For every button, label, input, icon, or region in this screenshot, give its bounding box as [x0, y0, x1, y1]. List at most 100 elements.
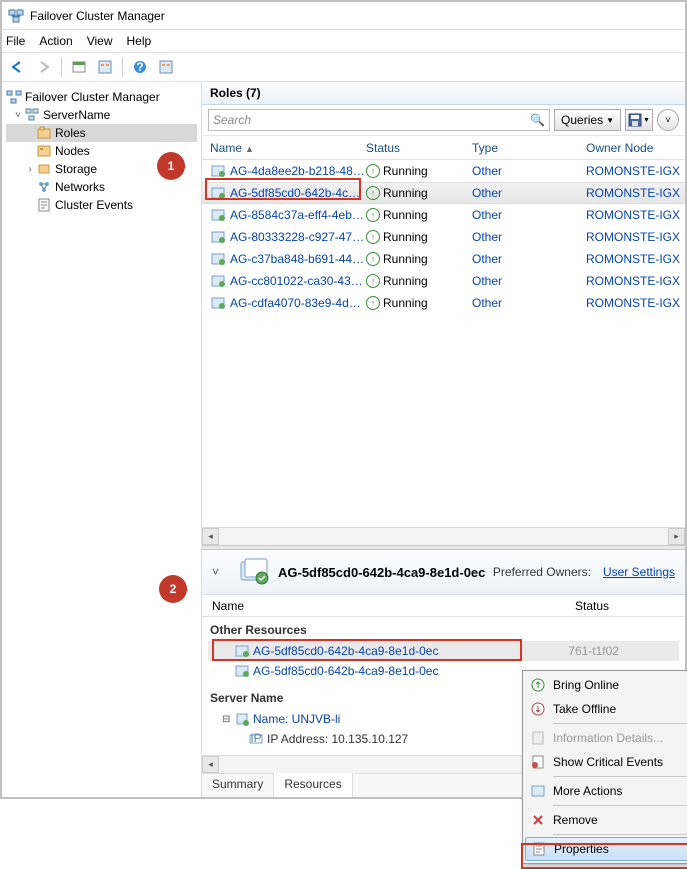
context-menu: Bring Online Take Offline Information De…	[522, 670, 687, 864]
role-name: AG-8584c37a-eff4-4ebd-...	[230, 208, 366, 222]
events-icon	[529, 753, 547, 771]
offline-icon	[529, 700, 547, 718]
menu-critical-events[interactable]: Show Critical Events	[525, 750, 687, 774]
tab-resources[interactable]: Resources	[274, 773, 352, 797]
title-bar: Failover Cluster Manager	[2, 2, 685, 30]
events-icon	[36, 197, 52, 213]
running-icon: ↑	[366, 274, 380, 288]
toolbar-btn-1[interactable]	[67, 55, 91, 79]
running-icon: ↑	[366, 252, 380, 266]
role-name: AG-c37ba848-b691-44b...	[230, 252, 366, 266]
tab-summary[interactable]: Summary	[202, 774, 274, 797]
expand-icon[interactable]: ›	[24, 164, 36, 175]
tree-item-roles[interactable]: Roles	[6, 124, 197, 142]
role-owner: ROMONSTE-IGX	[586, 164, 685, 178]
detail-title: AG-5df85cd0-642b-4ca9-8e1d-0ec7...	[278, 565, 485, 580]
table-row[interactable]: AG-cc801022-ca30-439...↑RunningOtherROMO…	[202, 270, 685, 292]
online-icon	[529, 676, 547, 694]
nodes-icon	[36, 143, 52, 159]
role-owner: ROMONSTE-IGX	[586, 208, 685, 222]
queries-button[interactable]: Queries▼	[554, 109, 621, 131]
role-name: AG-5df85cd0-642b-4ca9...	[230, 186, 366, 200]
menu-take-offline[interactable]: Take Offline	[525, 697, 687, 721]
role-type: Other	[472, 274, 586, 288]
back-button[interactable]	[6, 55, 30, 79]
svg-text:?: ?	[136, 60, 143, 74]
remove-icon	[529, 811, 547, 829]
menu-bring-online[interactable]: Bring Online	[525, 673, 687, 697]
role-owner: ROMONSTE-IGX	[586, 296, 685, 310]
expand-button[interactable]: ˅	[657, 109, 679, 131]
role-name: AG-cc801022-ca30-439...	[230, 274, 366, 288]
detail-grid-header: Name Status	[202, 595, 685, 617]
menu-remove[interactable]: Remove	[525, 808, 687, 832]
menu-bar: File Action View Help	[2, 30, 685, 52]
menu-more-actions[interactable]: More Actions ▶	[525, 779, 687, 803]
role-status: ↑Running	[366, 230, 472, 244]
table-row[interactable]: AG-4da8ee2b-b218-48e...↑RunningOtherROMO…	[202, 160, 685, 182]
role-type: Other	[472, 208, 586, 222]
help-button[interactable]: ?	[128, 55, 152, 79]
save-button[interactable]: ▼	[625, 109, 653, 131]
toolbar-btn-2[interactable]	[93, 55, 117, 79]
table-row[interactable]: AG-8584c37a-eff4-4ebd-...↑RunningOtherRO…	[202, 204, 685, 226]
tree-root[interactable]: Failover Cluster Manager	[6, 88, 197, 106]
table-row[interactable]: AG-80333228-c927-476...↑RunningOtherROMO…	[202, 226, 685, 248]
tree-item-networks[interactable]: Networks	[6, 178, 197, 196]
table-row[interactable]: AG-c37ba848-b691-44b...↑RunningOtherROMO…	[202, 248, 685, 270]
role-name: AG-4da8ee2b-b218-48e...	[230, 164, 366, 178]
callout-1: 1	[157, 152, 185, 180]
main-panel: Roles (7) Search 🔍 Queries▼ ▼ ˅ Name▲ St…	[202, 82, 685, 797]
role-owner: ROMONSTE-IGX	[586, 274, 685, 288]
role-icon	[210, 229, 226, 245]
svg-text:IP: IP	[250, 731, 261, 745]
role-status: ↑Running	[366, 208, 472, 222]
tree-item-cluster-events[interactable]: Cluster Events	[6, 196, 197, 214]
role-name: AG-cdfa4070-83e9-4d04...	[230, 296, 366, 310]
info-icon	[529, 729, 547, 747]
col-type[interactable]: Type	[472, 141, 586, 155]
role-icon	[210, 273, 226, 289]
forward-button[interactable]	[32, 55, 56, 79]
collapse-icon[interactable]: ⊟	[222, 714, 234, 725]
h-scrollbar[interactable]: ◂ ▸	[202, 527, 685, 545]
app-icon	[8, 8, 24, 24]
menu-file[interactable]: File	[6, 34, 25, 48]
more-icon	[529, 782, 547, 800]
running-icon: ↑	[366, 186, 380, 200]
col-status[interactable]: Status	[366, 141, 472, 155]
table-row[interactable]: AG-5df85cd0-642b-4ca9...↑RunningOtherROM…	[202, 182, 685, 204]
collapse-icon[interactable]: ˅	[12, 110, 24, 121]
resource-row[interactable]: AG-5df85cd0-642b-4ca9-8e1d-0ec 761-t1f02	[208, 641, 679, 661]
search-input[interactable]: Search 🔍	[208, 109, 550, 131]
navigation-tree[interactable]: Failover Cluster Manager ˅ ServerName Ro…	[2, 82, 202, 797]
search-icon[interactable]: 🔍	[530, 113, 545, 127]
networks-icon	[36, 179, 52, 195]
panel-title: Roles (7)	[210, 86, 261, 100]
running-icon: ↑	[366, 296, 380, 310]
menu-view[interactable]: View	[87, 34, 113, 48]
scroll-right-icon[interactable]: ▸	[668, 528, 685, 545]
col-name[interactable]: Name▲	[210, 141, 366, 155]
role-type: Other	[472, 252, 586, 266]
toolbar: ?	[2, 52, 685, 82]
role-status: ↑Running	[366, 252, 472, 266]
role-status: ↑Running	[366, 186, 472, 200]
role-name: AG-80333228-c927-476...	[230, 230, 366, 244]
menu-action[interactable]: Action	[39, 34, 72, 48]
callout-2: 2	[159, 575, 187, 603]
menu-help[interactable]: Help	[127, 34, 152, 48]
col-owner[interactable]: Owner Node	[586, 141, 685, 155]
user-settings-link[interactable]: User Settings	[603, 565, 675, 579]
chevron-down-icon[interactable]: ˅	[212, 565, 230, 579]
properties-icon	[530, 840, 548, 858]
tree-server[interactable]: ˅ ServerName	[6, 106, 197, 124]
role-big-icon	[238, 556, 270, 588]
role-icon	[210, 251, 226, 267]
server-icon	[234, 711, 250, 727]
table-row[interactable]: AG-cdfa4070-83e9-4d04...↑RunningOtherROM…	[202, 292, 685, 314]
running-icon: ↑	[366, 208, 380, 222]
scroll-left-icon[interactable]: ◂	[202, 528, 219, 545]
toolbar-btn-3[interactable]	[154, 55, 178, 79]
menu-properties[interactable]: Properties	[525, 837, 687, 861]
